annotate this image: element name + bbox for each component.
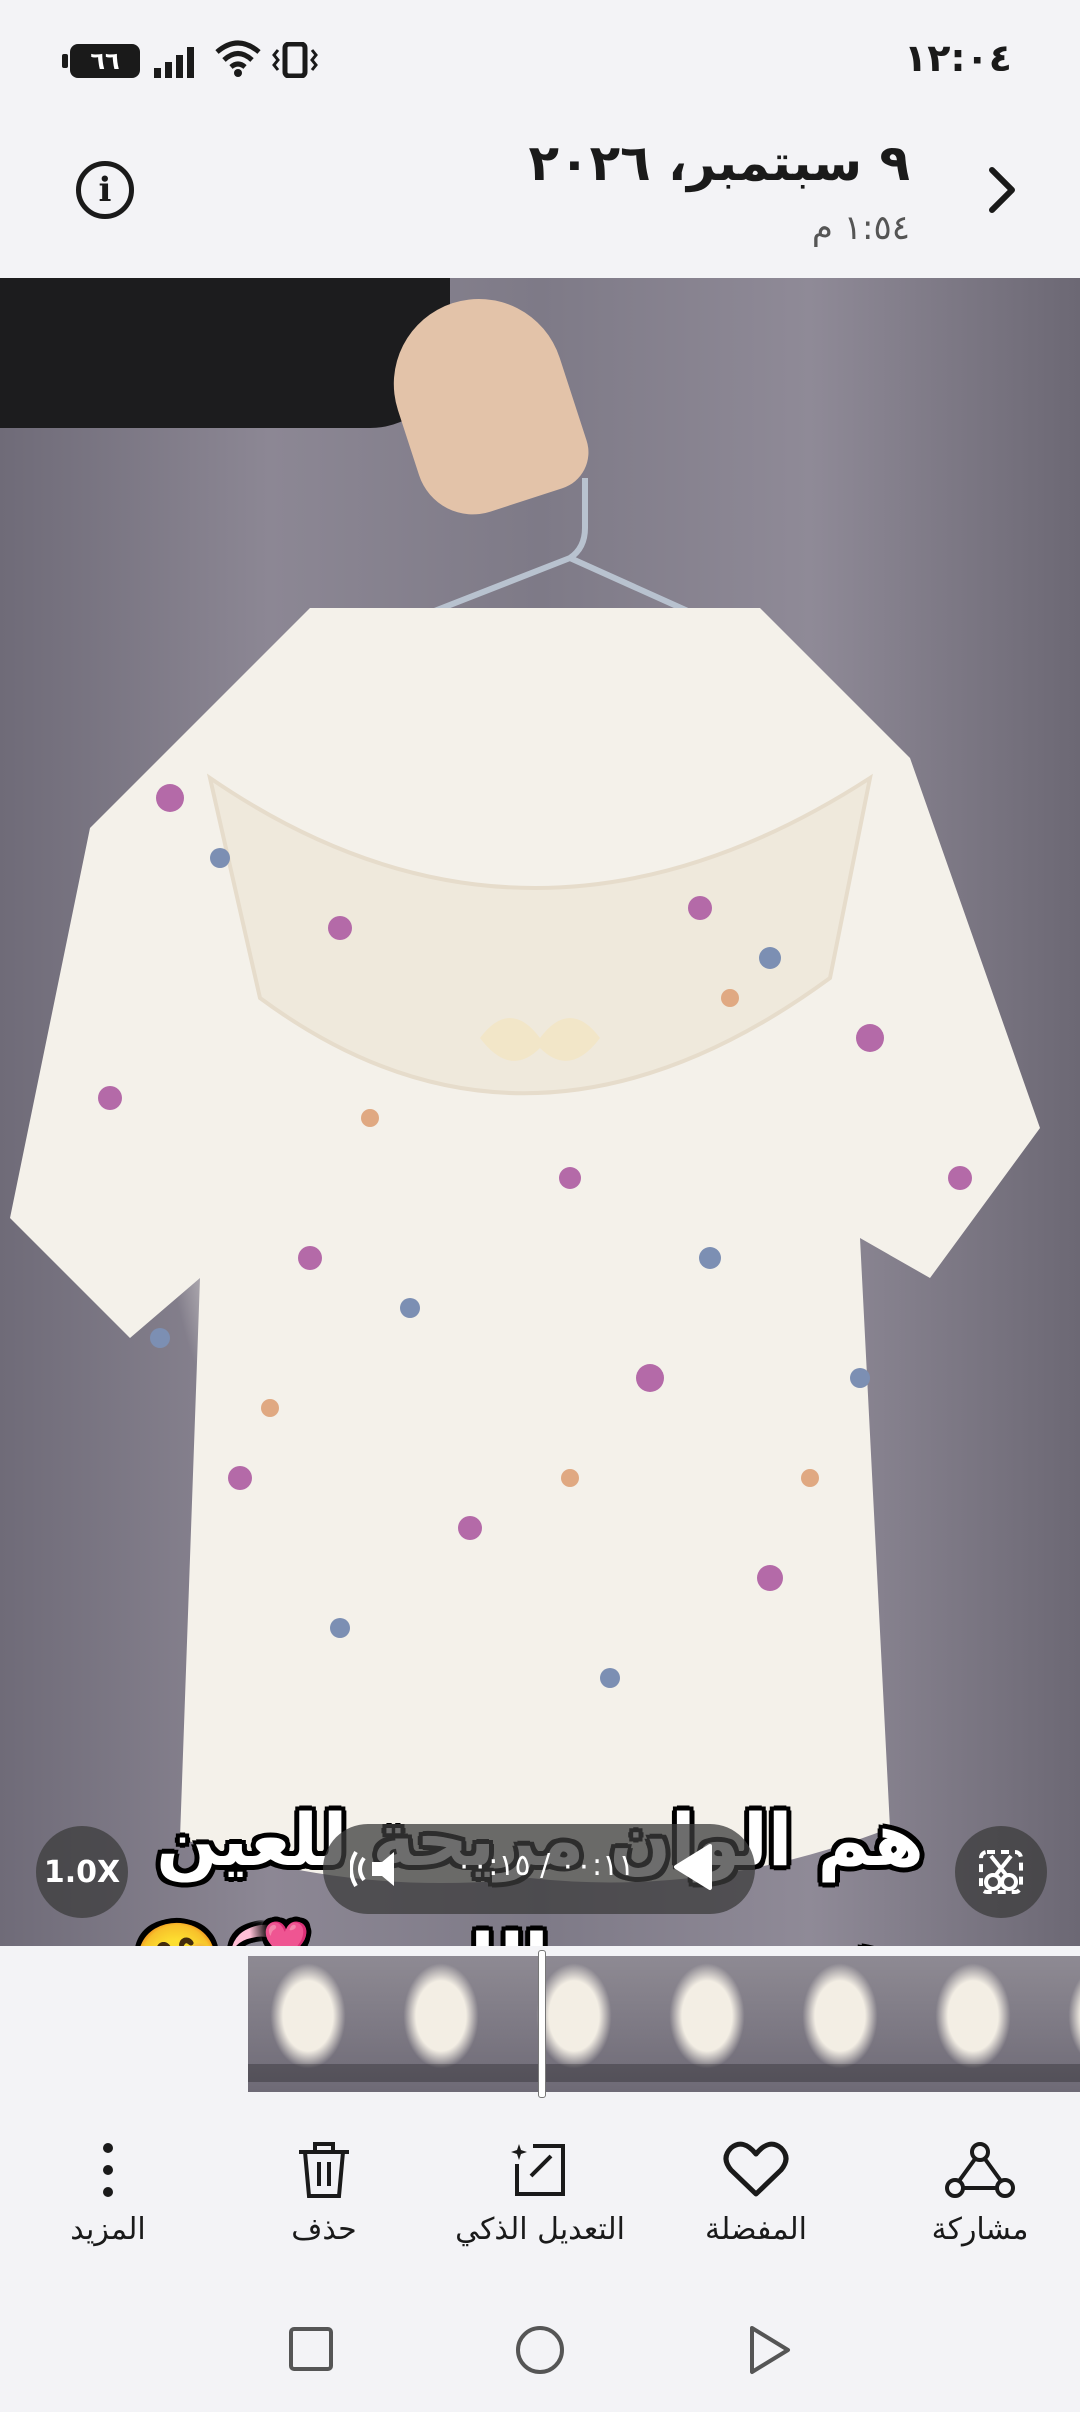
caption-line-2: وهم مريح باللبس 💞🤗	[0, 1918, 1080, 1946]
smart-edit-label: التعديل الذكي	[455, 2212, 625, 2247]
garment-image	[10, 478, 1040, 1883]
more-button[interactable]: المزيد	[8, 2140, 208, 2247]
info-icon[interactable]: i	[76, 161, 134, 219]
smart-edit-button[interactable]: التعديل الذكي	[440, 2140, 640, 2247]
play-icon[interactable]	[672, 1842, 716, 1892]
playback-time: ٠٠:١١ / ٠٠:١٥	[456, 1848, 635, 1883]
filmstrip-playhead[interactable]	[538, 1950, 546, 2098]
status-bar: ٦٦ ١٢:٠٤	[0, 0, 1080, 120]
filmstrip-frame	[514, 1956, 648, 2092]
status-time: ١٢:٠٤	[904, 36, 1012, 80]
filmstrip-frame	[647, 1956, 781, 2092]
favorite-button[interactable]: المفضلة	[656, 2140, 856, 2247]
home-icon[interactable]	[514, 2324, 566, 2376]
trim-button[interactable]	[955, 1826, 1047, 1918]
video-filmstrip[interactable]	[248, 1956, 1080, 2092]
filmstrip-frame	[381, 1956, 515, 2092]
share-icon	[945, 2142, 1015, 2198]
page-title: ٩ سبتمبر، ٢٠٢٦	[528, 134, 910, 192]
system-nav-bar	[0, 2290, 1080, 2412]
delete-button[interactable]: حذف	[224, 2140, 424, 2247]
filmstrip-frame	[780, 1956, 914, 2092]
background-dark-area	[0, 278, 450, 428]
magic-edit-icon	[511, 2144, 565, 2196]
delete-label: حذف	[291, 2212, 357, 2247]
more-label: المزيد	[70, 2212, 146, 2247]
capture-time: ١:٥٤ م	[811, 208, 910, 248]
share-label: مشاركة	[931, 2212, 1029, 2247]
heart-icon	[723, 2141, 789, 2197]
filmstrip-frame	[913, 1956, 1047, 2092]
filmstrip-frame	[1046, 1956, 1080, 2092]
playback-speed-button[interactable]: 1.0X	[36, 1826, 128, 1918]
recents-icon[interactable]	[288, 2326, 334, 2372]
trash-icon	[299, 2142, 349, 2198]
share-button[interactable]: مشاركة	[880, 2140, 1080, 2247]
favorite-label: المفضلة	[704, 2212, 808, 2247]
battery-icon: ٦٦	[62, 44, 140, 78]
back-chevron-icon[interactable]	[982, 160, 1022, 220]
signal-icon	[154, 47, 194, 78]
volume-icon[interactable]	[350, 1846, 410, 1892]
scissors-icon	[979, 1850, 1023, 1894]
wifi-icon	[215, 40, 261, 77]
media-viewer[interactable]: هم الوان مريحة للعين وهم مريح باللبس 💞🤗	[0, 278, 1080, 1946]
back-icon[interactable]	[746, 2324, 792, 2376]
vibrate-icon	[272, 42, 318, 78]
more-icon	[103, 2143, 113, 2197]
filmstrip-frame	[248, 1956, 382, 2092]
